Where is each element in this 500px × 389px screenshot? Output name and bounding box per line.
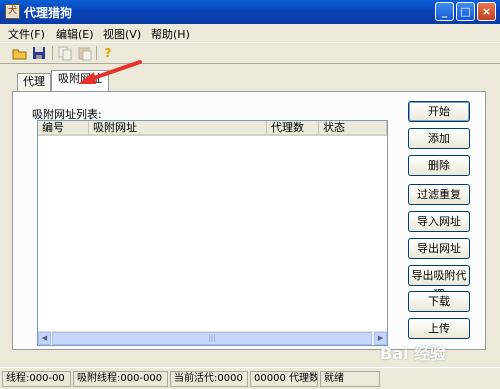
status-active-proxies: 当前活代:0000 — [170, 371, 248, 387]
status-ready: 就绪 — [320, 371, 380, 387]
window-title: 代理猎狗 — [24, 6, 73, 20]
menu-file[interactable]: 文件(F) — [8, 26, 45, 42]
scroll-left-icon[interactable]: ◀ — [38, 332, 51, 345]
export-captured-proxies-button[interactable]: 导出吸附代理 — [408, 265, 470, 301]
copy-icon[interactable] — [57, 45, 73, 61]
upload-button[interactable]: 上传 — [408, 318, 470, 339]
watermark: Bai 经验 — [380, 344, 447, 363]
menu-bar: 文件(F) 编辑(E) 视图(V) 帮助(H) — [0, 24, 500, 43]
status-bar: 线程:000-00 吸附线程:000-000 当前活代:0000 00000 代… — [0, 367, 500, 389]
menu-help[interactable]: 帮助(H) — [151, 26, 190, 42]
minimize-button[interactable]: _ — [435, 2, 454, 21]
status-capture-threads: 吸附线程:000-000 — [73, 371, 168, 387]
menu-edit[interactable]: 编辑(E) — [56, 26, 94, 42]
horizontal-scrollbar[interactable]: ◀ ||| ▶ — [38, 331, 387, 345]
scroll-thumb[interactable]: ||| — [52, 332, 372, 345]
filter-duplicates-button[interactable]: 过滤重复 — [408, 184, 470, 205]
export-urls-button[interactable]: 导出网址 — [408, 238, 470, 259]
maximize-button[interactable]: □ — [456, 2, 475, 21]
toolbar-separator — [52, 46, 53, 60]
status-proxy-count: 00000 代理数 — [250, 371, 318, 387]
app-icon[interactable]: 犬 — [5, 4, 20, 19]
tab-proxy[interactable]: 代理 — [17, 73, 51, 91]
delete-button[interactable]: 删除 — [408, 155, 470, 176]
column-header-proxy-count[interactable]: 代理数 — [267, 121, 319, 136]
download-button[interactable]: 下载 — [408, 291, 470, 312]
annotation-arrow — [78, 60, 142, 84]
menu-view[interactable]: 视图(V) — [103, 26, 141, 42]
start-button[interactable]: 开始 — [408, 101, 470, 122]
column-header-url[interactable]: 吸附网址 — [89, 121, 267, 136]
close-button[interactable]: × — [477, 2, 496, 21]
add-button[interactable]: 添加 — [408, 128, 470, 149]
title-bar: 犬 代理猎狗 _ □ × — [0, 0, 500, 24]
column-header-id[interactable]: 编号 — [38, 121, 89, 136]
url-list[interactable]: 编号 吸附网址 代理数 状态 ◀ ||| ▶ — [37, 120, 388, 346]
column-header-status[interactable]: 状态 — [319, 121, 387, 136]
import-urls-button[interactable]: 导入网址 — [408, 211, 470, 232]
save-icon[interactable] — [31, 45, 47, 61]
open-folder-icon[interactable] — [12, 45, 28, 61]
status-threads: 线程:000-00 — [2, 371, 71, 387]
